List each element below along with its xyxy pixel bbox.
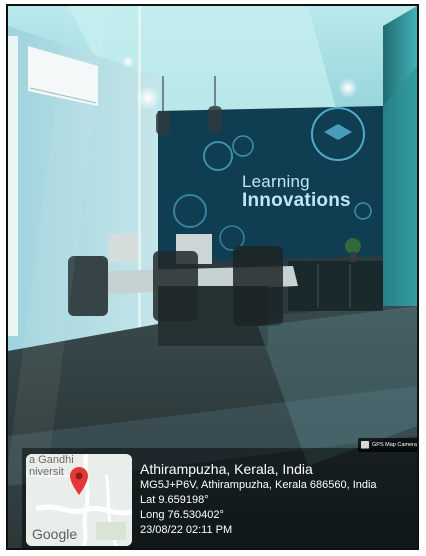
longitude: Long 76.530402° <box>140 509 224 521</box>
wall-sign-line1: Learning <box>242 172 310 191</box>
datetime: 23/08/22 02:11 PM <box>140 524 233 536</box>
map-label-2: niversit <box>29 466 64 478</box>
location-title: Athirampuzha, Kerala, India <box>140 461 313 477</box>
wall-sign-line2: Innovations <box>242 190 351 211</box>
map-pin-icon <box>70 467 88 495</box>
address-line: MG5J+P6V, Athirampuzha, Kerala 686560, I… <box>140 479 377 491</box>
map-thumbnail: a Gandhi niversit Google <box>26 454 132 546</box>
photo-frame: Learning Innovations GPS Map Camera a Ga… <box>6 4 419 550</box>
latitude: Lat 9.659198° <box>140 494 209 506</box>
map-label-1: a Gandhi <box>29 454 74 466</box>
google-logo: Google <box>32 526 78 542</box>
location-info: Athirampuzha, Kerala, India MG5J+P6V, At… <box>140 461 377 538</box>
